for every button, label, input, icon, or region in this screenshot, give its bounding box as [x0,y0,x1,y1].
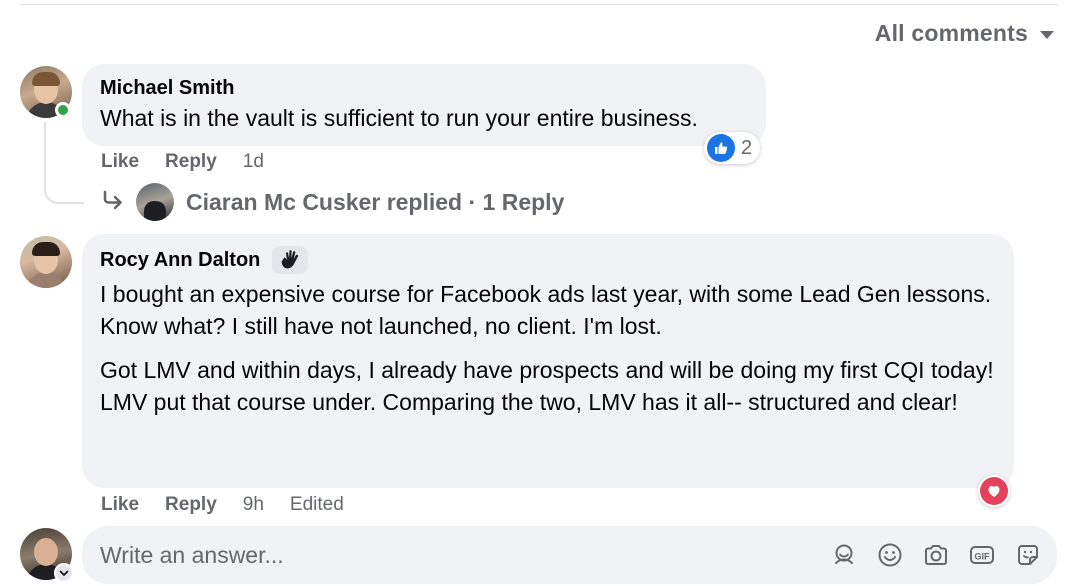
reaction-summary[interactable]: 2 [704,132,761,164]
thread-line [44,122,84,204]
comment-actions: Like Reply 1d [101,151,264,173]
like-button[interactable]: Like [101,151,139,173]
emoji-icon[interactable] [877,542,903,568]
chevron-down-icon[interactable] [54,563,74,583]
comment-timestamp[interactable]: 1d [243,151,264,173]
comment-text-paragraph: I bought an expensive course for Faceboo… [100,281,992,339]
svg-text:GIF: GIF [975,552,991,562]
comment-bubble: Rocy Ann Dalton I bought an expensive co… [82,234,1014,488]
like-button[interactable]: Like [101,494,139,516]
replier-avatar [136,183,174,221]
caret-down-icon [1040,31,1054,39]
comment-author[interactable]: Rocy Ann Dalton [100,246,996,274]
divider [20,4,1058,5]
comment-input[interactable] [100,541,831,569]
reply-button[interactable]: Reply [165,151,217,173]
replies-summary[interactable]: Ciaran Mc Cusker replied · 1 Reply [186,189,564,216]
author-name[interactable]: Michael Smith [100,77,234,100]
reaction-count: 2 [741,136,753,159]
camera-icon[interactable] [923,542,949,568]
sticker-icon[interactable] [1015,542,1041,568]
avatar[interactable] [20,236,72,288]
avatar-sticker-icon[interactable] [831,542,857,568]
gif-icon[interactable]: GIF [969,542,995,568]
comment-author[interactable]: Michael Smith [100,77,748,100]
comment-text-paragraph: Got LMV and within days, I already have … [100,357,994,415]
view-replies-link[interactable]: Ciaran Mc Cusker replied · 1 Reply [102,183,564,221]
reaction-summary[interactable] [978,475,1010,507]
comment-composer: GIF [82,526,1057,584]
online-status-dot [55,102,71,118]
rising-fan-hand-icon[interactable] [272,246,309,274]
reply-button[interactable]: Reply [165,494,217,516]
comment-timestamp[interactable]: 9h [243,494,264,516]
like-reaction-icon [707,134,735,162]
comment-actions: Like Reply 9h Edited [101,494,344,516]
comment-text: What is in the vault is sufficient to ru… [100,105,698,131]
love-reaction-icon [980,477,1008,505]
comment-sort-label: All comments [874,20,1028,46]
reply-arrow-icon [102,190,124,215]
comment-sort-dropdown[interactable]: All comments [875,20,1054,47]
edited-label[interactable]: Edited [290,494,344,516]
composer-toolbar: GIF [831,542,1041,568]
comment-bubble: Michael Smith What is in the vault is su… [82,64,766,146]
author-name[interactable]: Rocy Ann Dalton [100,249,260,272]
